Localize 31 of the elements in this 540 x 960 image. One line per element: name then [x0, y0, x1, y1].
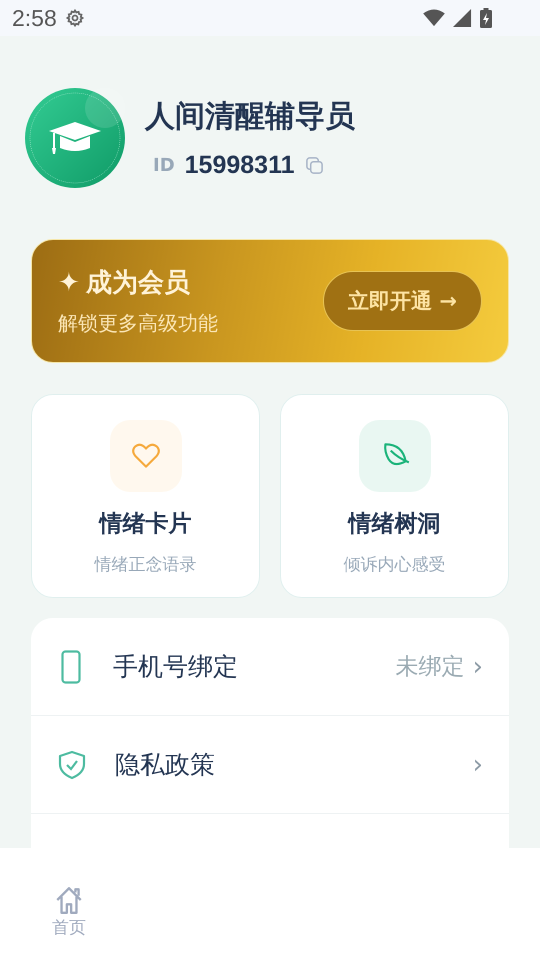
- feature-title: 情绪卡片: [100, 510, 192, 539]
- avatar-icon: [25, 88, 125, 188]
- settings-value: 未绑定: [396, 653, 465, 682]
- signal-icon: [453, 8, 472, 28]
- copy-icon[interactable]: [304, 156, 324, 175]
- membership-banner[interactable]: ✦ 成为会员 解锁更多高级功能 立即开通 →: [31, 239, 509, 363]
- settings-label: 手机号绑定: [113, 651, 238, 683]
- membership-title: 成为会员: [86, 267, 190, 300]
- feature-subtitle: 情绪正念语录: [94, 554, 196, 576]
- shield-check-icon: [57, 750, 87, 780]
- feature-title: 情绪树洞: [348, 510, 440, 539]
- feature-subtitle: 倾诉内心感受: [344, 554, 446, 576]
- status-time: 2:58: [12, 4, 57, 32]
- user-id: 15998311: [184, 151, 294, 180]
- sparkle-icon: ✦: [58, 268, 80, 298]
- leaf-icon: [358, 420, 430, 492]
- settings-row[interactable]: 隐私政策 ›: [31, 716, 509, 814]
- feature-card[interactable]: 情绪卡片 情绪正念语录: [31, 394, 260, 598]
- settings-label: 隐私政策: [115, 749, 215, 781]
- chevron-icon: ›: [472, 652, 483, 682]
- heart-icon: [110, 420, 182, 492]
- user-name: 人间清醒辅导员: [145, 98, 355, 136]
- settings-icon: [64, 8, 85, 28]
- phone-icon: [61, 650, 81, 684]
- wifi-icon: [423, 9, 445, 27]
- feature-card[interactable]: 情绪树洞 倾诉内心感受: [280, 394, 509, 598]
- id-label: ID: [153, 155, 175, 176]
- settings-row[interactable]: 手机号绑定 未绑定 ›: [31, 618, 509, 716]
- battery-icon: [480, 8, 492, 28]
- chevron-icon: ›: [472, 750, 483, 780]
- membership-subtitle: 解锁更多高级功能: [58, 310, 219, 337]
